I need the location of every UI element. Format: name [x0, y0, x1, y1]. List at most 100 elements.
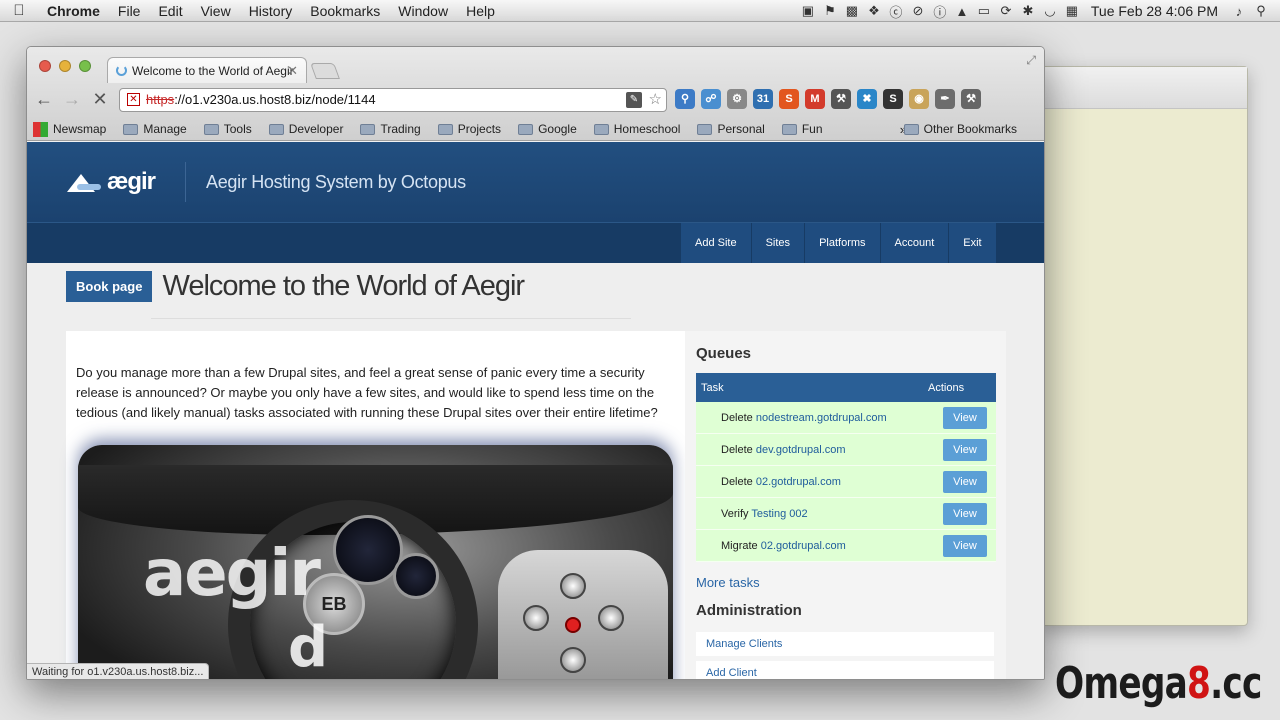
bookmark-newsmap[interactable]: Newsmap [33, 121, 106, 137]
bookmark-folder-projects[interactable]: Projects [437, 122, 501, 136]
task-action: Delete [721, 411, 753, 424]
search-icon[interactable]: ⚲ [1250, 3, 1272, 19]
view-button[interactable]: View [943, 470, 987, 493]
nav-account[interactable]: Account [880, 223, 950, 263]
bookmark-star-icon[interactable]: ☆ [649, 89, 662, 111]
s-extension-icon[interactable]: S [883, 89, 903, 109]
add-client-link[interactable]: Add Client [696, 661, 994, 679]
no-entry-icon[interactable]: ⊘ [907, 3, 929, 19]
zoom-window-button[interactable] [79, 60, 91, 72]
bookmark-folder-other[interactable]: Other Bookmarks [903, 122, 1017, 136]
calendar-icon[interactable]: ▦ [1061, 3, 1083, 19]
site-name[interactable]: Aegir Hosting System by Octopus [206, 172, 466, 193]
folder-icon [697, 123, 713, 135]
task-target-link[interactable]: Testing 002 [751, 508, 807, 520]
bookmark-folder-homeschool[interactable]: Homeschool [593, 122, 680, 136]
web-page: ægir Aegir Hosting System by Octopus Add… [27, 142, 1044, 679]
bookmark-folder-trading[interactable]: Trading [360, 122, 421, 136]
more-tasks-link[interactable]: More tasks [696, 575, 760, 590]
view-button[interactable]: View [943, 534, 987, 557]
browser-toolbar: ← → ✕ ✕ https://o1.v230a.us.host8.biz/no… [27, 84, 1044, 116]
manage-clients-link[interactable]: Manage Clients [696, 632, 994, 656]
new-tab-button[interactable] [310, 63, 340, 79]
table-row: Migrate 02.gotdrupal.com View [696, 530, 996, 562]
nav-platforms[interactable]: Platforms [805, 223, 881, 263]
close-window-button[interactable] [39, 60, 51, 72]
view-button[interactable]: View [943, 502, 987, 525]
link-extension-icon[interactable]: ☍ [701, 89, 721, 109]
bookmark-folder-google[interactable]: Google [518, 122, 577, 136]
gear-extension-icon[interactable]: ⚙ [727, 89, 747, 109]
nav-sites[interactable]: Sites [751, 223, 806, 263]
view-button[interactable]: View [943, 406, 987, 429]
address-bar[interactable]: ✕ https://o1.v230a.us.host8.biz/node/114… [119, 88, 667, 112]
nav-exit[interactable]: Exit [949, 223, 997, 263]
lock-icon[interactable]: ▲ [951, 4, 973, 19]
cookie-extension-icon[interactable]: ◉ [909, 89, 929, 109]
bookmark-folder-manage[interactable]: Manage [123, 122, 187, 136]
hero-knob [560, 647, 586, 673]
back-button[interactable]: ← [33, 89, 55, 110]
hero-knob [560, 573, 586, 599]
gmail-extension-icon[interactable]: M [805, 89, 825, 109]
folder-icon [203, 123, 219, 135]
fullscreen-icon[interactable]: ⤢ [1026, 53, 1036, 68]
menu-bookmarks[interactable]: Bookmarks [301, 0, 389, 22]
task-target-link[interactable]: nodestream.gotdrupal.com [756, 412, 887, 424]
task-target-link[interactable]: dev.gotdrupal.com [756, 444, 846, 456]
tools-extension-icon[interactable]: ⚒ [831, 89, 851, 109]
tab-active[interactable]: Welcome to the World of Aegir ✕ [107, 57, 307, 83]
dropbox-icon[interactable]: ❖ [863, 3, 885, 19]
forward-button[interactable]: → [61, 89, 83, 110]
menu-help[interactable]: Help [457, 0, 504, 22]
queue-table-header: Task Actions [696, 373, 996, 402]
intro-paragraph: Do you manage more than a few Drupal sit… [76, 365, 658, 420]
task-target-link[interactable]: 02.gotdrupal.com [761, 540, 846, 552]
t-icon[interactable]: ⓒ [885, 2, 907, 21]
bookmark-folder-fun[interactable]: Fun [781, 122, 823, 136]
stumble-extension-icon[interactable]: S [779, 89, 799, 109]
wrench-menu-icon[interactable]: ⚒ [961, 89, 981, 109]
x-extension-icon[interactable]: ✖ [857, 89, 877, 109]
background-window[interactable] [1040, 66, 1248, 626]
eyedropper-extension-icon[interactable]: ✒ [935, 89, 955, 109]
menu-edit[interactable]: Edit [149, 0, 191, 22]
menu-history[interactable]: History [240, 0, 302, 22]
watermark-prefix: Omega [1055, 658, 1188, 709]
view-button[interactable]: View [943, 438, 987, 461]
bookmarks-bar: Newsmap Manage Tools Developer Trading P… [27, 118, 1044, 140]
search-extension-icon[interactable]: ⚲ [675, 89, 695, 109]
terminal-icon[interactable]: ▣ [797, 3, 819, 19]
menu-window[interactable]: Window [389, 0, 457, 22]
info-icon[interactable]: ⓘ [929, 2, 951, 21]
bookmark-folder-developer[interactable]: Developer [268, 122, 343, 136]
stop-loading-button[interactable]: ✕ [89, 89, 111, 110]
menu-file[interactable]: File [109, 0, 150, 22]
menu-view[interactable]: View [192, 0, 240, 22]
flag-icon[interactable]: ⚑ [819, 3, 841, 19]
task-target-link[interactable]: 02.gotdrupal.com [756, 476, 841, 488]
bookmark-folder-personal[interactable]: Personal [697, 122, 765, 136]
page-action-icon[interactable]: ✎ [626, 92, 642, 108]
folder-icon [123, 123, 139, 135]
time-machine-icon[interactable]: ⟳ [995, 3, 1017, 19]
insecure-lock-icon[interactable]: ✕ [127, 93, 140, 106]
calendar-extension-icon[interactable]: 31 [753, 89, 773, 109]
folder-icon[interactable]: ▩ [841, 3, 863, 19]
menu-app-chrome[interactable]: Chrome [38, 0, 109, 22]
volume-icon[interactable]: ♪ [1228, 4, 1250, 19]
menubar-clock[interactable]: Tue Feb 28 4:06 PM [1083, 3, 1228, 19]
task-cell: Delete nodestream.gotdrupal.com [696, 412, 943, 424]
nav-add-site[interactable]: Add Site [681, 223, 752, 263]
background-window-titlebar[interactable] [1041, 67, 1247, 109]
bookmark-folder-tools[interactable]: Tools [203, 122, 252, 136]
apple-menu-icon[interactable]:  [0, 2, 38, 19]
site-logo[interactable]: ægir [67, 168, 156, 196]
task-action: Delete [721, 475, 753, 488]
display-icon[interactable]: ▭ [973, 3, 995, 19]
minimize-window-button[interactable] [59, 60, 71, 72]
wifi-icon[interactable]: ◡ [1039, 3, 1061, 19]
bluetooth-icon[interactable]: ✱ [1017, 3, 1039, 19]
tab-close-icon[interactable]: ✕ [287, 58, 298, 83]
hero-image: EB aegir d [78, 445, 673, 679]
